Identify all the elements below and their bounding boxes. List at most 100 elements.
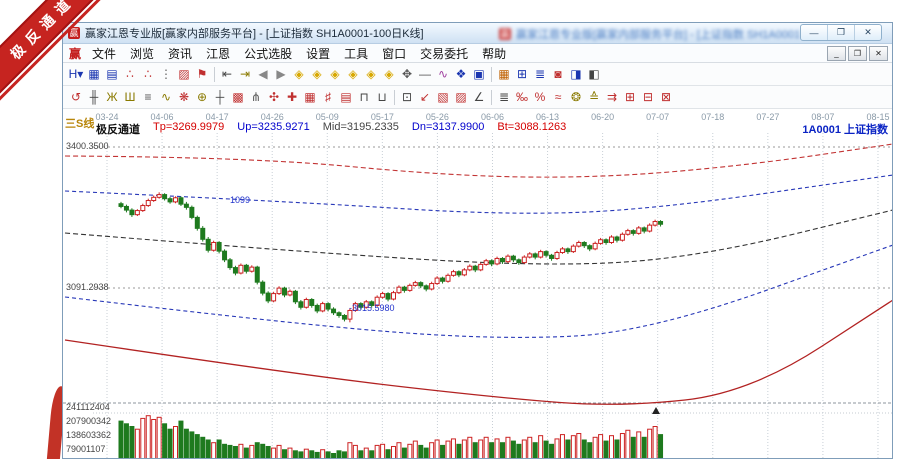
sun-tool-icon[interactable]: ❂ (567, 88, 585, 106)
volume-bar (451, 439, 455, 458)
panel-layout-icon[interactable]: ❖ (452, 65, 470, 83)
restore-button[interactable]: ❐ (827, 25, 854, 40)
candle-body (163, 195, 167, 199)
circle-tool-icon[interactable]: ⊕ (193, 88, 211, 106)
fork-tool-icon[interactable]: ⋔ (247, 88, 265, 106)
titlebar[interactable]: 赢 赢家江恩专业版[赢家内部服务平台] - [上证指数 SH1A0001-100… (63, 23, 892, 44)
diamond-down-icon[interactable]: ◈ (344, 65, 362, 83)
menu-浏览[interactable]: 浏览 (123, 45, 161, 62)
line-tool-icon[interactable]: ― (416, 65, 434, 83)
bottom-bracket-icon[interactable]: ⊔ (373, 88, 391, 106)
jump-last-icon[interactable]: ⇥ (236, 65, 254, 83)
top-bracket-icon[interactable]: ⊓ (355, 88, 373, 106)
mdi-minimize-button[interactable]: _ (827, 46, 846, 61)
volume-bar (348, 443, 352, 458)
gann-box-icon[interactable]: Ш (121, 88, 139, 106)
matrix-icon[interactable]: ▦ (301, 88, 319, 106)
menu-资讯[interactable]: 资讯 (161, 45, 199, 62)
volume-bar (560, 435, 564, 458)
wave-tool-icon[interactable]: ∿ (157, 88, 175, 106)
quote-table-icon[interactable]: ▦ (85, 65, 103, 83)
menu-帮助[interactable]: 帮助 (475, 45, 513, 62)
candle-body (430, 284, 434, 289)
window-layout-icon[interactable]: ▣ (470, 65, 488, 83)
fan-tool-icon[interactable]: ❋ (175, 88, 193, 106)
report-list-icon[interactable]: ≣ (531, 65, 549, 83)
minimize-button[interactable]: — (801, 25, 827, 40)
diamond-left-icon[interactable]: ◈ (290, 65, 308, 83)
indicator-value: Bt=3088.1263 (497, 121, 566, 137)
menu-工具[interactable]: 工具 (337, 45, 375, 62)
jump-first-icon[interactable]: ⇤ (218, 65, 236, 83)
candle-body (506, 256, 510, 261)
mdi-close-button[interactable]: ✕ (869, 46, 888, 61)
percent-icon[interactable]: % (531, 88, 549, 106)
scatter-tool-icon-1[interactable]: ∴ (121, 65, 139, 83)
diag-shade-icon-2[interactable]: ▨ (452, 88, 470, 106)
arrows-icon[interactable]: ⇉ (603, 88, 621, 106)
levels-icon[interactable]: ≡ (139, 88, 157, 106)
chart-area[interactable]: 三S线 极反通道 Tp=3269.9979Up=3235.9271Mid=319… (63, 109, 892, 458)
period-dropdown[interactable]: H▾ (67, 65, 85, 83)
calendar-icon[interactable]: ▦ (495, 65, 513, 83)
list-tool-icon[interactable]: ≣ (495, 88, 513, 106)
menu-设置[interactable]: 设置 (299, 45, 337, 62)
menu-窗口[interactable]: 窗口 (375, 45, 413, 62)
symbol-label[interactable]: 1A0001 上证指数 (802, 121, 888, 137)
trend-down-icon[interactable]: ↙ (416, 88, 434, 106)
menu-江恩[interactable]: 江恩 (199, 45, 237, 62)
plus-mark-icon[interactable]: ✚ (283, 88, 301, 106)
diamond-expand-icon[interactable]: ◈ (362, 65, 380, 83)
indicator-name[interactable]: 三S线 (65, 115, 94, 131)
pattern-grid-icon[interactable]: ▨ (175, 65, 193, 83)
volume-bar (582, 440, 586, 458)
star-mark-icon[interactable]: ✣ (265, 88, 283, 106)
scatter-tool-icon-2[interactable]: ∴ (139, 65, 157, 83)
candle-body (648, 225, 652, 231)
export-icon[interactable]: ◨ (567, 65, 585, 83)
shade-grid-icon[interactable]: ▩ (229, 88, 247, 106)
step-forward-icon[interactable]: ▶ (272, 65, 290, 83)
volume-bar (615, 440, 619, 458)
grid-plus-icon[interactable]: ⊞ (621, 88, 639, 106)
dots-icon[interactable]: ⋮ (157, 65, 175, 83)
close-button[interactable]: ✕ (854, 25, 881, 40)
flag-mark-icon[interactable]: ⚑ (193, 65, 211, 83)
menu-文件[interactable]: 文件 (85, 45, 123, 62)
diag-shade-icon-1[interactable]: ▧ (434, 88, 452, 106)
estimate-icon[interactable]: ≙ (585, 88, 603, 106)
rows-icon[interactable]: ▤ (337, 88, 355, 106)
sharp-grid-icon[interactable]: ♯ (319, 88, 337, 106)
menu-公式选股[interactable]: 公式选股 (237, 45, 299, 62)
indicator-value: Mid=3195.2335 (323, 121, 399, 137)
diamond-compress-icon[interactable]: ◈ (380, 65, 398, 83)
save-icon[interactable]: ◙ (549, 65, 567, 83)
candlestick-chart-canvas[interactable] (63, 109, 892, 458)
calculator-icon[interactable]: ⊞ (513, 65, 531, 83)
approx-icon[interactable]: ≈ (549, 88, 567, 106)
diamond-right-icon[interactable]: ◈ (308, 65, 326, 83)
candle-body (522, 257, 526, 262)
grid-cross-icon[interactable]: ╫ (85, 88, 103, 106)
volume-bar (326, 452, 330, 458)
curve-tool-icon[interactable]: ∿ (434, 65, 452, 83)
info-panel-icon[interactable]: ▤ (103, 65, 121, 83)
grid-x-icon[interactable]: ⊠ (657, 88, 675, 106)
diamond-up-icon[interactable]: ◈ (326, 65, 344, 83)
permille-icon[interactable]: ‰ (513, 88, 531, 106)
candle-body (626, 231, 630, 235)
gann-star-icon[interactable]: Ж (103, 88, 121, 106)
reset-tool-icon[interactable]: ↺ (67, 88, 85, 106)
mdi-restore-button[interactable]: ❐ (848, 46, 867, 61)
menu-交易委托[interactable]: 交易委托 (413, 45, 475, 62)
grid-minus-icon[interactable]: ⊟ (639, 88, 657, 106)
step-back-icon[interactable]: ◀ (254, 65, 272, 83)
angle-tool-icon[interactable]: ∠ (470, 88, 488, 106)
cross-tool-icon[interactable]: ┼ (211, 88, 229, 106)
candle-body (255, 267, 259, 282)
box-dot-icon[interactable]: ⊡ (398, 88, 416, 106)
volume-axis-label: 207900342 (66, 416, 111, 426)
import-icon[interactable]: ◧ (585, 65, 603, 83)
pan-hand-icon[interactable]: ✥ (398, 65, 416, 83)
candle-body (653, 222, 657, 226)
